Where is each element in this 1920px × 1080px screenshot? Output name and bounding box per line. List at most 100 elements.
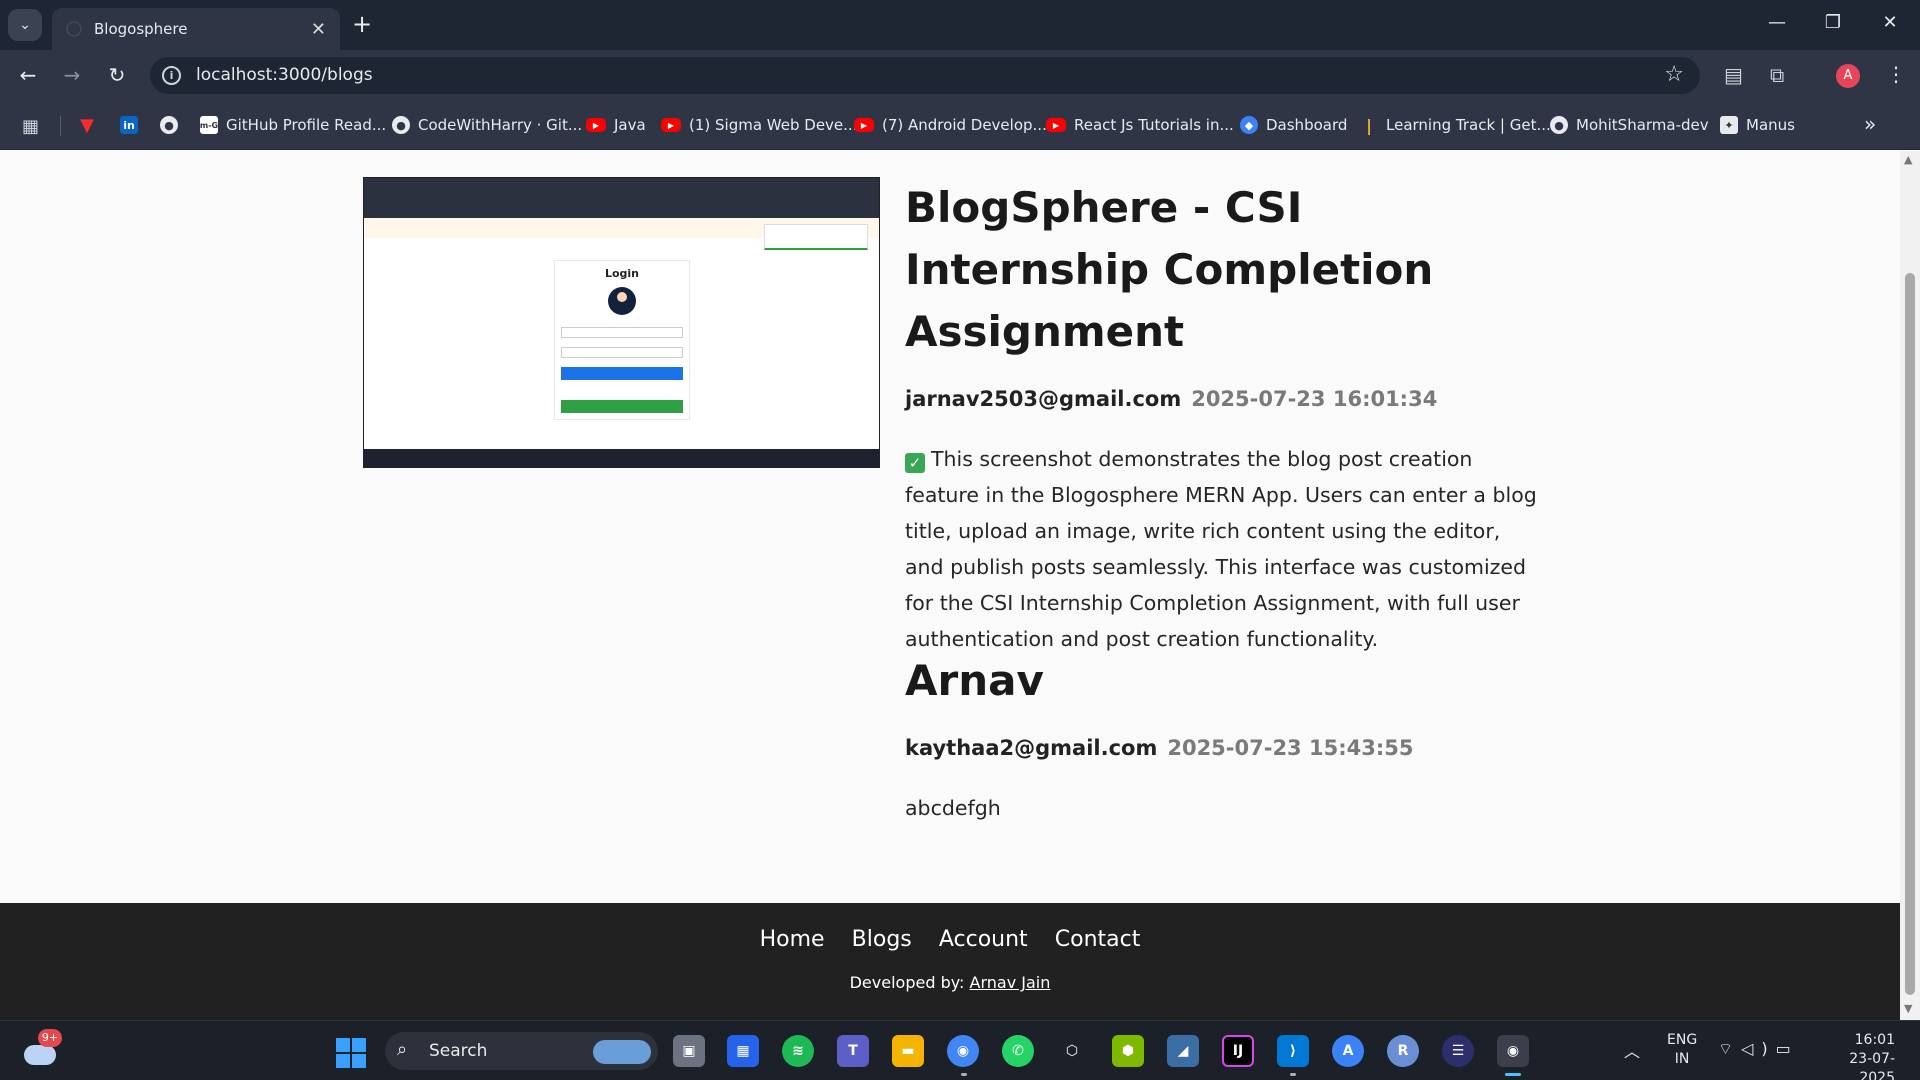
- apps-grid-icon[interactable]: ▦: [22, 116, 39, 137]
- scroll-up-icon[interactable]: ▲: [1904, 153, 1912, 166]
- lang-bottom: IN: [1674, 1051, 1690, 1067]
- bookmark-item[interactable]: ▶ (1) Sigma Web Deve...: [661, 115, 857, 135]
- search-icon: ⌕: [397, 1039, 408, 1060]
- chrome-profile-icon[interactable]: ◉: [1497, 1035, 1529, 1067]
- bookmark-label: CodeWithHarry · Git...: [418, 116, 583, 134]
- weather-widget[interactable]: 9+: [24, 1029, 62, 1065]
- teams-icon[interactable]: T: [837, 1035, 869, 1067]
- app-r-icon[interactable]: R: [1387, 1035, 1419, 1067]
- menu-kebab-icon[interactable]: ⋮: [1886, 62, 1906, 86]
- restore-icon[interactable]: ❐: [1818, 12, 1848, 33]
- screenshot-chrome: [364, 178, 879, 218]
- screenshot-login-card: Login: [554, 260, 690, 420]
- page-scrollbar[interactable]: ▲ ▼: [1900, 151, 1920, 1020]
- favicon-icon: [66, 21, 82, 37]
- bookmark-item[interactable]: ● MohitSharma-dev: [1550, 115, 1709, 135]
- close-window-icon[interactable]: ✕: [1875, 12, 1905, 33]
- ms-store-icon[interactable]: ▦: [727, 1035, 759, 1067]
- box-app-icon[interactable]: ⬢: [1112, 1035, 1144, 1067]
- bookmark-linkedin[interactable]: in: [120, 115, 146, 135]
- post-text-column: BlogSphere - CSI Internship Completion A…: [905, 177, 1545, 657]
- screenshot-avatar-icon: [608, 287, 636, 315]
- chrome-icon[interactable]: ◉: [947, 1035, 979, 1067]
- tab-groups-icon[interactable]: ▤: [1724, 63, 1743, 87]
- github-icon: ●: [1550, 116, 1568, 134]
- bookmark-label: Java: [614, 116, 646, 134]
- screenshot-toast: [764, 224, 868, 250]
- credit-author-link[interactable]: Arnav Jain: [970, 973, 1051, 992]
- task-view-icon[interactable]: ▣: [673, 1035, 705, 1067]
- bookmark-label: Dashboard: [1266, 116, 1348, 134]
- bookmark-label: Learning Track | Get...: [1386, 116, 1551, 134]
- start-button-icon[interactable]: [336, 1038, 366, 1068]
- footer-nav: Home Blogs Account Contact: [0, 927, 1900, 952]
- reload-icon[interactable]: ↻: [103, 63, 131, 87]
- bookmark-vivaldi[interactable]: ▼: [78, 115, 104, 136]
- tab-blogosphere[interactable]: Blogosphere ✕: [52, 8, 340, 50]
- minimize-icon[interactable]: —: [1762, 12, 1792, 33]
- wifi-icon: ⌔: [1718, 1039, 1742, 1058]
- whatsapp-icon[interactable]: ✆: [1002, 1035, 1034, 1067]
- post-author: kaythaa2@gmail.com: [905, 736, 1158, 760]
- footer-link-blogs[interactable]: Blogs: [852, 927, 912, 952]
- screenshot-taskbar: [364, 449, 879, 467]
- extensions-icon[interactable]: ⧉: [1770, 63, 1784, 87]
- bookmark-item[interactable]: m-G GitHub Profile Read...: [200, 115, 386, 135]
- vscode-icon[interactable]: ⟩: [1277, 1035, 1309, 1067]
- spotify-icon[interactable]: ≋: [782, 1035, 814, 1067]
- bookmark-item[interactable]: ▶ React Js Tutorials in...: [1046, 115, 1234, 135]
- bookmark-item[interactable]: ▶ (7) Android Develop...: [854, 115, 1047, 135]
- bookmark-label: (1) Sigma Web Deve...: [689, 116, 858, 134]
- bookmark-item[interactable]: ▶ Java: [586, 115, 646, 135]
- bookmark-github[interactable]: ●: [160, 115, 186, 135]
- post-title[interactable]: Arnav: [905, 650, 1545, 712]
- eclipse-icon[interactable]: ☰: [1442, 1035, 1474, 1067]
- page-viewport: Login BlogSphere - CSI Internship Comple…: [0, 151, 1900, 1020]
- screenshot-create-button: [561, 400, 683, 413]
- new-tab-button[interactable]: +: [352, 11, 372, 37]
- app-a-icon[interactable]: A: [1332, 1035, 1364, 1067]
- browser-toolbar: ← → ↻ i localhost:3000/blogs ☆ ▤ ⧉ A ⋮: [0, 50, 1920, 100]
- virtualbox-icon[interactable]: ⬡: [1056, 1035, 1088, 1067]
- credit-prefix: Developed by:: [849, 973, 965, 992]
- bookmarks-overflow-icon[interactable]: »: [1864, 112, 1876, 136]
- running-indicator: [1290, 1073, 1296, 1076]
- active-indicator: [1505, 1073, 1521, 1076]
- lang-top: ENG: [1667, 1032, 1698, 1048]
- tab-close-icon[interactable]: ✕: [311, 19, 326, 40]
- bookmark-item[interactable]: ● CodeWithHarry · Git...: [392, 115, 582, 135]
- forward-icon[interactable]: →: [58, 63, 86, 87]
- taskbar-search[interactable]: ⌕ Search: [385, 1032, 658, 1070]
- back-icon[interactable]: ←: [14, 63, 42, 87]
- screenshot-body: Login: [364, 238, 879, 449]
- scroll-down-icon[interactable]: ▼: [1904, 1002, 1912, 1015]
- address-bar[interactable]: i localhost:3000/blogs ☆: [150, 57, 1700, 94]
- footer-link-contact[interactable]: Contact: [1055, 927, 1141, 952]
- tray-status-icons[interactable]: ⌔◁)▭: [1718, 1039, 1799, 1059]
- tab-search-button[interactable]: ⌄: [8, 9, 42, 41]
- weather-cloud-icon: [24, 1045, 56, 1065]
- bookmark-star-icon[interactable]: ☆: [1664, 62, 1684, 87]
- intellij-icon[interactable]: IJ: [1222, 1035, 1254, 1067]
- language-indicator[interactable]: ENG IN: [1667, 1031, 1697, 1069]
- footer-link-home[interactable]: Home: [760, 927, 825, 952]
- mysql-icon[interactable]: ◢: [1167, 1035, 1199, 1067]
- tray-overflow-icon[interactable]: ︿: [1624, 1038, 1640, 1062]
- bookmark-item[interactable]: ✦ Manus: [1720, 115, 1795, 135]
- site-info-icon[interactable]: i: [162, 66, 181, 85]
- post-title[interactable]: BlogSphere - CSI Internship Completion A…: [905, 177, 1545, 363]
- post-image[interactable]: Login: [363, 177, 880, 468]
- footer-link-account[interactable]: Account: [939, 927, 1028, 952]
- search-highlight-icon: [593, 1040, 651, 1064]
- bookmark-item[interactable]: ◆ Dashboard: [1240, 115, 1347, 135]
- url-text[interactable]: localhost:3000/blogs: [196, 65, 373, 85]
- post-content: ✓ This screenshot demonstrates the blog p…: [905, 441, 1545, 657]
- system-clock[interactable]: 16:01 23-07-2025: [1815, 1031, 1895, 1080]
- taskbar-search-label: Search: [429, 1041, 488, 1061]
- file-explorer-icon[interactable]: ▬: [892, 1035, 924, 1067]
- scrollbar-thumb[interactable]: [1905, 273, 1915, 995]
- bookmark-item[interactable]: | Learning Track | Get...: [1360, 115, 1551, 135]
- screenshot-login-title: Login: [604, 267, 640, 280]
- profile-avatar[interactable]: A: [1836, 64, 1860, 88]
- youtube-icon: ▶: [1046, 118, 1066, 132]
